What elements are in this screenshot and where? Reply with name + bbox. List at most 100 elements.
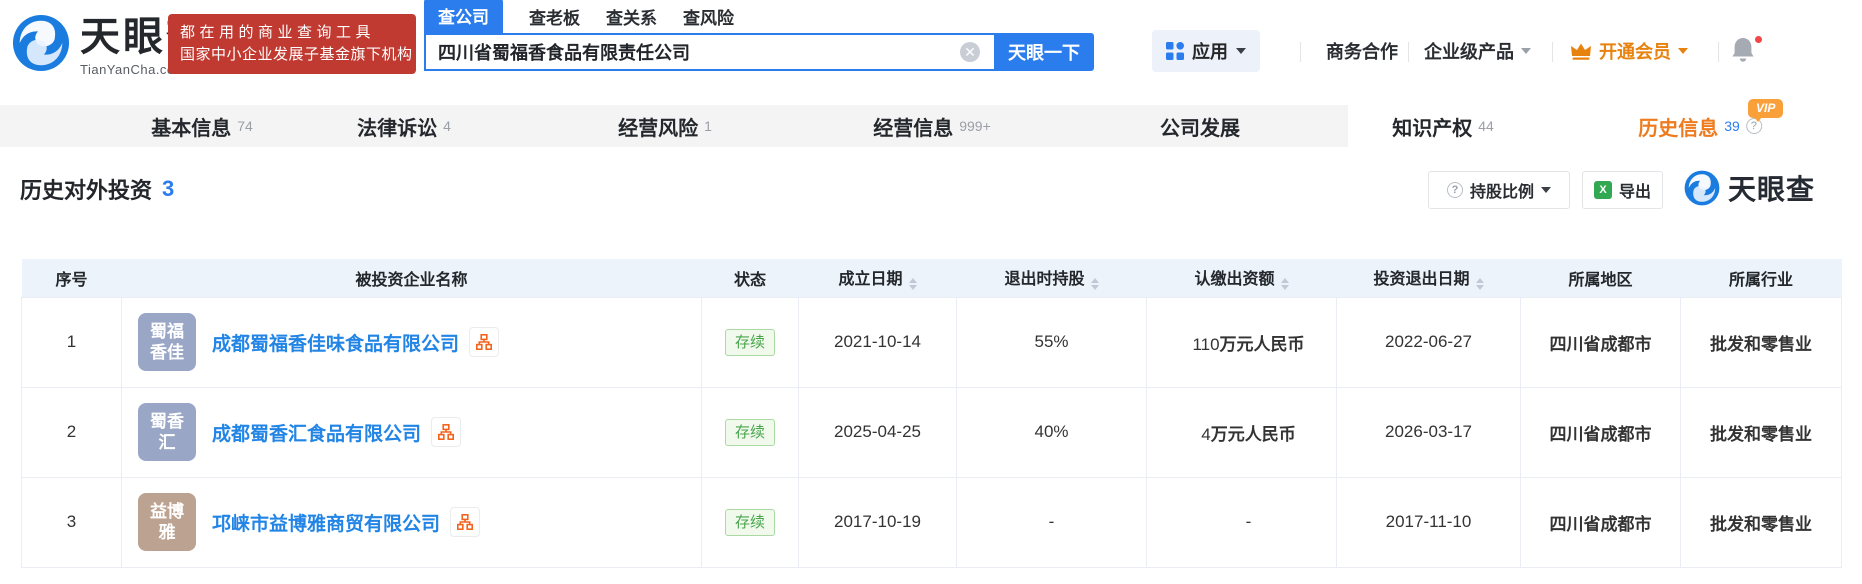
- exit-date: 2026-03-17: [1336, 386, 1521, 478]
- divider: [1718, 42, 1719, 62]
- tab-history-info[interactable]: 历史信息 39 ?: [1638, 105, 1762, 147]
- table-row: 2 蜀香汇 成都蜀香汇食品有限公司 存续 2025-04-25 40% 4万元人…: [21, 386, 1842, 478]
- tab-intellectual-property[interactable]: 知识产权 44: [1392, 105, 1494, 147]
- search-tabs: 查公司 查老板 查关系 查风险: [424, 0, 734, 33]
- table-row: 1 蜀福香佳 成都蜀福香佳味食品有限公司 存续 2021-10-14 55%: [21, 296, 1842, 388]
- top-header: 天眼查 TianYanCha.com 都在用的商业查询工具 国家中小企业发展子基…: [0, 0, 1862, 105]
- help-icon: ?: [1446, 182, 1463, 198]
- search-tab-boss[interactable]: 查老板: [529, 4, 580, 33]
- tianyancha-swirl-icon: [12, 14, 70, 72]
- chevron-down-icon: [1541, 187, 1551, 193]
- tab-company-development[interactable]: 公司发展: [1160, 105, 1240, 147]
- search-input[interactable]: [426, 41, 960, 63]
- equity-structure-icon[interactable]: [431, 417, 462, 447]
- tab-legal-cases[interactable]: 法律诉讼 4: [357, 105, 451, 147]
- col-subscribed-capital[interactable]: 认缴出资额: [1146, 259, 1337, 297]
- tab-operation-risk[interactable]: 经营风险 1: [618, 105, 712, 147]
- search-tab-company[interactable]: 查公司: [424, 0, 503, 33]
- industry: 批发和零售业: [1680, 296, 1842, 388]
- tab-operation-info[interactable]: 经营信息 999+: [873, 105, 991, 147]
- sort-icon[interactable]: [1280, 278, 1289, 291]
- region: 四川省成都市: [1520, 386, 1681, 478]
- section-title: 历史对外投资: [20, 178, 153, 203]
- apps-menu[interactable]: 应用: [1152, 30, 1260, 72]
- table-row: 3 益博雅 邛崃市益博雅商贸有限公司 存续 2017-10-19 - - 201…: [21, 476, 1842, 568]
- tianyancha-page: 天眼查 TianYanCha.com 都在用的商业查询工具 国家中小企业发展子基…: [0, 0, 1862, 584]
- equity-structure-icon[interactable]: [450, 507, 481, 537]
- crown-icon: [1571, 43, 1591, 60]
- row-seq: 2: [21, 386, 122, 478]
- divider: [1552, 42, 1553, 62]
- company-nav-tabs: 基本信息 74 法律诉讼 4 经营风险 1 经营信息 999+ 公司发展 知识产权 44 …: [0, 105, 1862, 147]
- notification-bell[interactable]: [1730, 34, 1764, 70]
- col-exit-date[interactable]: 投资退出日期: [1336, 259, 1521, 297]
- established-date: 2025-04-25: [798, 386, 957, 478]
- established-date: 2021-10-14: [798, 296, 957, 388]
- col-exit-holding[interactable]: 退出时持股: [956, 259, 1147, 297]
- sort-icon[interactable]: [908, 278, 917, 291]
- company-link[interactable]: 成都蜀福香佳味食品有限公司: [212, 329, 459, 356]
- clear-search-icon[interactable]: ✕: [960, 42, 980, 62]
- chevron-down-icon: [1521, 48, 1531, 54]
- promo-banner: 都在用的商业查询工具 国家中小企业发展子基金旗下机构: [168, 14, 416, 74]
- divider: [1300, 42, 1301, 62]
- exit-date: 2022-06-27: [1336, 296, 1521, 388]
- company-avatar: 蜀香汇: [138, 403, 196, 461]
- status-badge: 存续: [724, 328, 775, 356]
- search-tab-risk[interactable]: 查风险: [683, 4, 734, 33]
- col-seq: 序号: [21, 259, 122, 297]
- sort-icon[interactable]: [1475, 278, 1484, 291]
- open-vip-menu[interactable]: 开通会员: [1570, 30, 1688, 72]
- subscribed-capital: 4万元人民币: [1146, 386, 1337, 478]
- exit-holding: -: [956, 476, 1147, 568]
- col-established-date[interactable]: 成立日期: [798, 259, 957, 297]
- established-date: 2017-10-19: [798, 476, 957, 568]
- industry: 批发和零售业: [1680, 386, 1842, 478]
- vip-badge: VIP: [1748, 99, 1784, 122]
- status-badge: 存续: [724, 508, 775, 536]
- industry: 批发和零售业: [1680, 476, 1842, 568]
- apps-grid-icon: [1166, 42, 1184, 60]
- sort-icon[interactable]: [1090, 278, 1099, 291]
- banner-line2: 国家中小企业发展子基金旗下机构: [180, 46, 413, 63]
- divider: [1408, 42, 1409, 62]
- excel-icon: X: [1593, 181, 1612, 199]
- exit-date: 2017-11-10: [1336, 476, 1521, 568]
- holding-ratio-filter-button[interactable]: ? 持股比例: [1428, 171, 1570, 209]
- search-submit-button[interactable]: 天眼一下: [994, 33, 1094, 71]
- equity-structure-icon[interactable]: [469, 327, 500, 357]
- col-region: 所属地区: [1520, 259, 1681, 297]
- subscribed-capital: 110万元人民币: [1146, 296, 1337, 388]
- exit-holding: 55%: [956, 296, 1147, 388]
- search-box: ✕: [424, 33, 994, 71]
- tab-basic-info[interactable]: 基本信息 74: [151, 105, 253, 147]
- status-badge: 存续: [724, 418, 775, 446]
- export-button[interactable]: X 导出: [1582, 171, 1663, 209]
- chevron-down-icon: [1678, 48, 1688, 54]
- region: 四川省成都市: [1520, 296, 1681, 388]
- subscribed-capital: -: [1146, 476, 1337, 568]
- row-seq: 3: [21, 476, 122, 568]
- col-status: 状态: [701, 259, 799, 297]
- section-header: 历史对外投资 3: [20, 173, 174, 205]
- enterprise-product-menu[interactable]: 企业级产品: [1424, 30, 1531, 72]
- investment-history-table: 序号 被投资企业名称 状态 成立日期 退出时持股 认缴出资额 投资退出日期 所属…: [21, 259, 1842, 568]
- exit-holding: 40%: [956, 386, 1147, 478]
- biz-cooperation-link[interactable]: 商务合作: [1326, 30, 1398, 72]
- region: 四川省成都市: [1520, 476, 1681, 568]
- row-seq: 1: [21, 296, 122, 388]
- col-industry: 所属行业: [1680, 259, 1842, 297]
- chevron-down-icon: [1236, 48, 1246, 54]
- table-header-row: 序号 被投资企业名称 状态 成立日期 退出时持股 认缴出资额 投资退出日期 所属…: [21, 259, 1842, 297]
- watermark-text: 天眼查: [1728, 174, 1816, 205]
- section-count: 3: [162, 176, 175, 201]
- company-avatar: 益博雅: [138, 493, 196, 551]
- company-link[interactable]: 成都蜀香汇食品有限公司: [212, 419, 421, 446]
- search-tab-relation[interactable]: 查关系: [606, 4, 657, 33]
- apps-label: 应用: [1192, 42, 1228, 62]
- notification-dot: [1753, 34, 1764, 45]
- company-avatar: 蜀福 香佳: [138, 313, 196, 371]
- tianyancha-swirl-icon: [1684, 170, 1720, 206]
- col-company-name: 被投资企业名称: [121, 259, 702, 297]
- company-link[interactable]: 邛崃市益博雅商贸有限公司: [212, 509, 440, 536]
